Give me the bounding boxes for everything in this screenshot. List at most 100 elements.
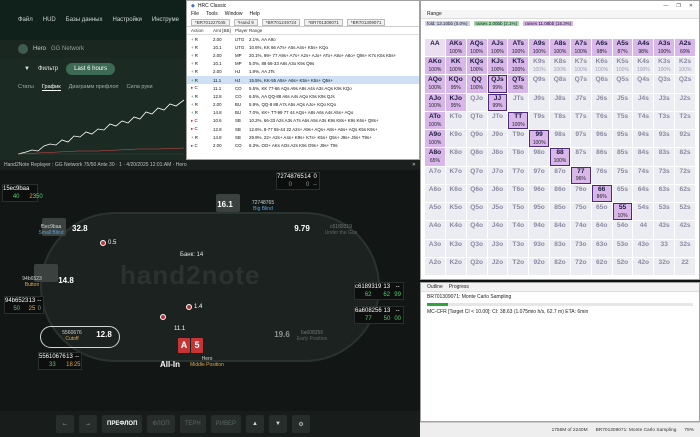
range-cell[interactable]: TT 100% (508, 111, 529, 130)
range-cell[interactable]: ATs 100% (508, 39, 529, 57)
range-cell[interactable]: 64o (591, 221, 612, 239)
range-cell[interactable]: A3o (425, 239, 445, 257)
hrc-menu-help[interactable]: Help (250, 11, 260, 17)
range-cell[interactable]: 92o (529, 257, 550, 275)
range-cell[interactable]: QTo (466, 111, 487, 130)
hud-sb[interactable]: 15ec9baa 40 23 50 (2, 184, 43, 202)
range-cell[interactable]: 54o (612, 221, 633, 239)
range-cell[interactable]: 97s (570, 130, 591, 148)
range-cell[interactable]: Q9o (466, 130, 487, 148)
tab-outline[interactable]: Outline (427, 284, 443, 290)
seat-co[interactable]: 5560676 Cutoff (52, 330, 92, 342)
range-cell[interactable]: A2s 69% (675, 39, 695, 57)
table-row[interactable]: + R 11.1 HJ 15.5%, KK-55 A5s+ A6s+ K5s+ K5s… (187, 75, 419, 85)
table-row[interactable]: ▸ C 11.1 CO 5.5%, KK 77-66 AQs A9s A8s A4s … (187, 84, 419, 92)
hud-utg[interactable]: c6189319 13 -- 62 62 99 (354, 282, 404, 300)
hrc-tab[interactable]: *BR701249724 (261, 18, 301, 26)
range-cell[interactable]: T5o (508, 203, 529, 221)
period-pill[interactable]: Last 6 hours (66, 63, 116, 75)
range-cell[interactable]: 62o (591, 257, 612, 275)
range-cell[interactable]: 97o (529, 166, 550, 184)
range-cell[interactable]: K8o (445, 148, 466, 166)
range-cell[interactable]: Q4s (633, 75, 654, 93)
close-icon[interactable]: ✕ (689, 3, 693, 9)
range-cell[interactable]: 52s (675, 203, 695, 221)
range-cell[interactable]: 32s (675, 239, 695, 257)
hud-mp[interactable]: 6a608256 13 -- 77 50 00 (354, 306, 404, 324)
range-cell[interactable]: 44 (633, 221, 654, 239)
range-cell[interactable]: 75o (570, 203, 591, 221)
range-cell[interactable]: J7s (570, 93, 591, 111)
seat-utg[interactable]: c6189319 Under the Gun (316, 224, 366, 236)
range-cell[interactable]: 75s (612, 166, 633, 184)
range-cell[interactable]: J2s (675, 93, 695, 111)
range-cell[interactable]: 54s (633, 203, 654, 221)
street-river-button[interactable]: РИВЕР (210, 415, 242, 433)
range-cell[interactable]: T5s (612, 111, 633, 130)
range-cell[interactable]: 98o (529, 148, 550, 166)
range-cell[interactable]: 73s (654, 166, 675, 184)
range-cell[interactable]: Q5o (466, 203, 487, 221)
range-cell[interactable]: 96o (529, 184, 550, 203)
range-cell[interactable]: J5o (487, 203, 508, 221)
range-cell[interactable]: A6s 98% (591, 39, 612, 57)
range-cell[interactable]: Q6o (466, 184, 487, 203)
range-cell[interactable]: A2o (425, 257, 445, 275)
range-cell[interactable]: AJs 100% (487, 39, 508, 57)
table-row[interactable]: ▸ C 2.00 CO 6.3%, QQ+ AKs AQs A2s K9s Q9s+ … (187, 141, 419, 147)
range-cell[interactable]: T2s (675, 111, 695, 130)
hrc-tab[interactable]: *BR701227045 (191, 18, 230, 26)
menu-databases[interactable]: Базы данных (66, 17, 103, 23)
range-cell[interactable]: KTs 100% (508, 57, 529, 75)
range-cell[interactable]: K4s 100% (633, 57, 654, 75)
table-row[interactable]: + R 2.00 MP 20.1%, 99+ 77 A9s+ A7s+ A2s+ AJ… (187, 51, 419, 59)
range-cell[interactable]: 96s (591, 130, 612, 148)
range-cell[interactable]: Q8s (550, 75, 570, 93)
hrc-tab[interactable]: *BR701309071 (304, 18, 343, 26)
table-row[interactable]: + R 2.00 UTG 2.1%, AA A9o (187, 35, 419, 43)
range-cell[interactable]: Q8o (466, 148, 487, 166)
account-name[interactable]: Hero (33, 46, 46, 52)
range-cell[interactable]: Q3s (654, 75, 675, 93)
range-cell[interactable]: KQo 95% (445, 75, 466, 93)
range-cell[interactable]: J2o (487, 257, 508, 275)
chevron-up-icon[interactable]: ▲ (246, 415, 265, 433)
range-cell[interactable]: 93s (654, 130, 675, 148)
range-cell[interactable]: 88 100% (550, 148, 570, 166)
range-cell[interactable]: 83o (550, 239, 570, 257)
range-cell[interactable]: T6o (508, 184, 529, 203)
range-cell[interactable]: J6s (591, 93, 612, 111)
hrc-menu-window[interactable]: Window (225, 11, 243, 17)
table-row[interactable]: + R 2.00 BU 5.9%, QQ-8 88 A7s A5s AQs AJo+ … (187, 101, 419, 109)
range-cell[interactable]: K5s 100% (612, 57, 633, 75)
range-cell[interactable]: K6s 100% (591, 57, 612, 75)
menu-settings[interactable]: Настройки (112, 17, 141, 23)
hrc-menu-file[interactable]: File (191, 11, 199, 17)
range-cell[interactable]: J8s (550, 93, 570, 111)
replayer-close-icon[interactable]: ✕ (412, 162, 416, 168)
tab-graph[interactable]: График (41, 84, 61, 91)
range-cell[interactable]: A4o (425, 221, 445, 239)
range-cell[interactable]: QTs 55% (508, 75, 529, 93)
range-cell[interactable]: 85s (612, 148, 633, 166)
tab-progress[interactable]: Progress (449, 284, 469, 290)
range-cell[interactable]: JTs (508, 93, 529, 111)
range-cell[interactable]: ATo 100% (425, 111, 445, 130)
range-cell[interactable]: 53s (654, 203, 675, 221)
tab-hand-strength[interactable]: Сила руки (127, 84, 153, 90)
range-cell[interactable]: A9s 100% (529, 39, 550, 57)
range-cell[interactable]: 95o (529, 203, 550, 221)
range-cell[interactable]: J6o (487, 184, 508, 203)
tab-preflop-chart[interactable]: Диаграмм префлоп (69, 84, 119, 90)
range-cell[interactable]: Q7s (570, 75, 591, 93)
range-cell[interactable]: T4o (508, 221, 529, 239)
range-cell[interactable]: 83s (654, 148, 675, 166)
range-cell[interactable]: 32o (654, 257, 675, 275)
range-cell[interactable]: T8s (550, 111, 570, 130)
filter-icon[interactable]: ▼ (24, 66, 30, 72)
range-cell[interactable]: 98s (550, 130, 570, 148)
seat-bb[interactable]: 72748765 Big Blind (240, 200, 286, 212)
table-row[interactable]: + R 12.8 CO 6.5%, AA QQ-88 A6s A4s AQo K5s … (187, 92, 419, 100)
range-cell[interactable]: A4s 98% (633, 39, 654, 57)
range-cell[interactable]: 77 96% (570, 166, 591, 184)
